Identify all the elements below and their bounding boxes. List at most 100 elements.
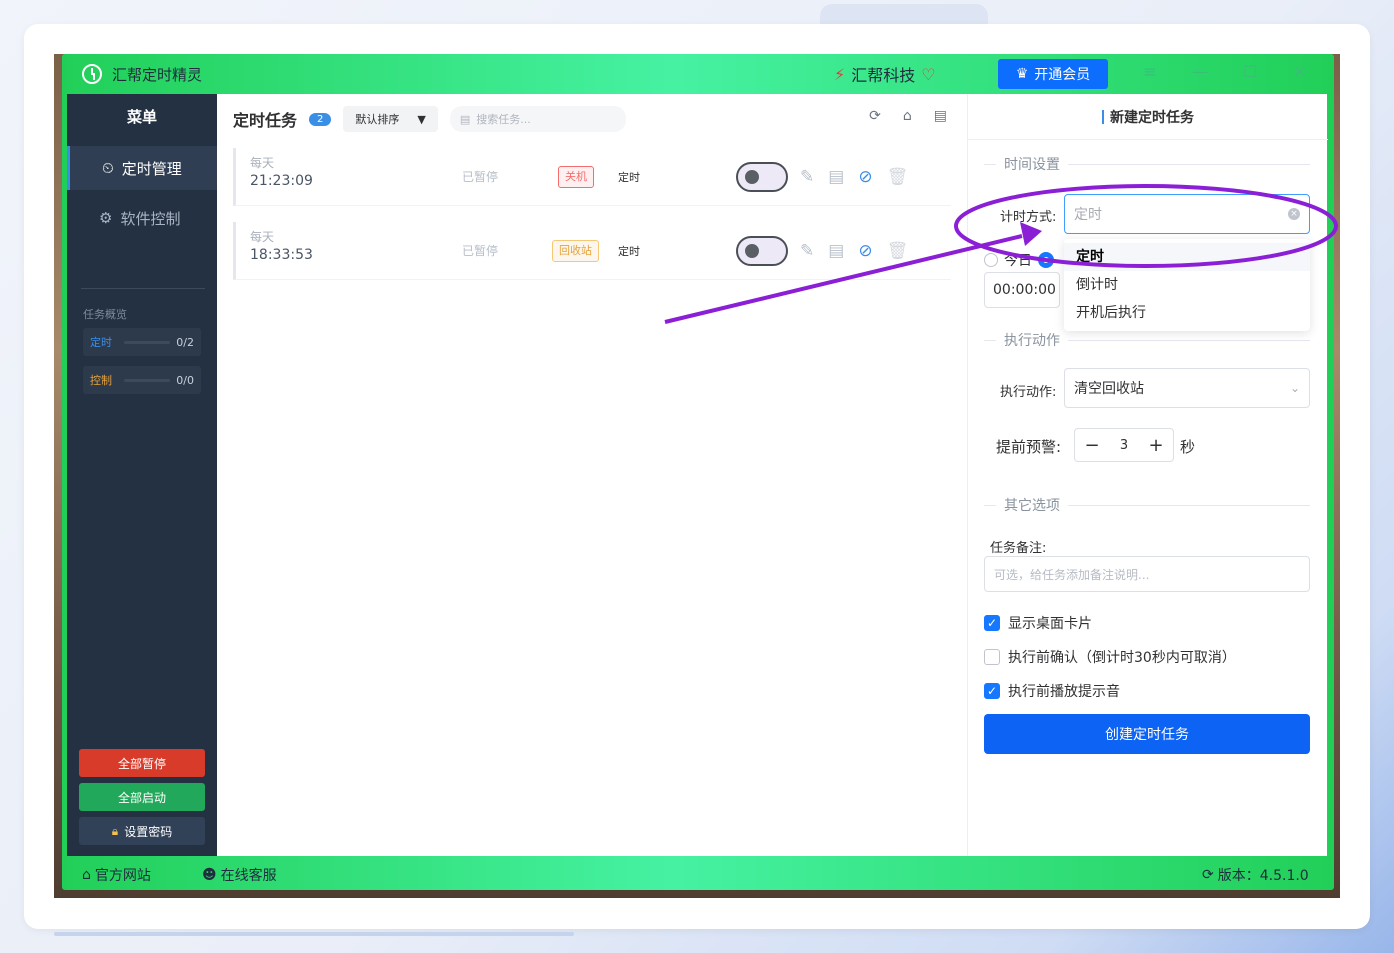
brand-name: 汇帮科技 — [851, 66, 916, 85]
sidebar: 菜单 ⏲ 定时管理 ⚙ 软件控制 任务概览 定时 0/2 控制 0/0 全部暂停… — [67, 94, 217, 856]
heart-icon: ♡ — [921, 64, 936, 84]
clock-icon: ⏲ — [102, 159, 114, 177]
timing-mode-dropdown: 定时 倒计时 开机后执行 — [1064, 239, 1310, 331]
edit-icon[interactable]: ✎ — [800, 167, 814, 187]
close-icon[interactable]: ✕ — [1292, 62, 1308, 84]
menu-icon[interactable]: ≡ — [1142, 62, 1158, 84]
crown-icon: ♛ — [1015, 66, 1029, 82]
task-time: 18:33:53 — [250, 247, 313, 263]
maximize-icon[interactable]: ☐ — [1242, 62, 1258, 84]
task-enable-toggle[interactable] — [736, 235, 788, 266]
note-input[interactable]: 可选，给任务添加备注说明... — [984, 556, 1310, 592]
option-confirm-before-run[interactable]: 执行前确认（倒计时30秒内可取消） — [984, 647, 1236, 667]
set-password-button[interactable]: 🔒︎ 设置密码 — [79, 817, 205, 845]
dropdown-option-timed[interactable]: 定时 — [1064, 243, 1310, 271]
status-bar: ⌂ 官方网站 ☻ 在线客服 ⟳ 版本：4.5.1.0 — [62, 856, 1334, 890]
sidebar-item-software-control[interactable]: ⚙ 软件控制 — [67, 196, 217, 240]
task-when: 每天 18:33:53 — [250, 228, 313, 263]
pause-all-button[interactable]: 全部暂停 — [79, 749, 205, 777]
warn-value[interactable]: 3 — [1109, 438, 1139, 453]
stat-control: 控制 0/0 — [83, 366, 201, 394]
chevron-down-icon: ⌄ — [1289, 381, 1300, 395]
plus-icon[interactable]: + — [1139, 435, 1173, 456]
timing-mode-select[interactable]: 定时 × — [1064, 194, 1310, 234]
stat-value: 0/0 — [176, 373, 194, 387]
set-password-label: 设置密码 — [124, 824, 173, 839]
home-icon: ⌂ — [82, 867, 91, 883]
minus-icon[interactable]: − — [1075, 435, 1109, 456]
today-label: 今日 — [1004, 253, 1032, 269]
stat-label: 控制 — [90, 374, 112, 387]
task-row[interactable]: 每天 21:23:09 已暂停 关机 定时 ✎ ▤ ⊘ 🗑︎ — [233, 148, 951, 206]
dropdown-option-countdown[interactable]: 倒计时 — [1064, 271, 1310, 299]
sidebar-divider — [81, 288, 205, 289]
window-controls: ≡ — ☐ ✕ — [1142, 62, 1308, 84]
horizontal-scrollbar[interactable] — [54, 932, 574, 936]
new-task-panel: 新建定时任务 时间设置 计时方式: 定时 × 今日 00:00:00 定时 倒计… — [967, 94, 1328, 856]
checkbox-checked-icon[interactable]: ✓ — [984, 683, 1000, 699]
support-icon: ☻ — [202, 867, 217, 883]
sort-label: 默认排序 — [355, 113, 400, 126]
section-line — [984, 339, 996, 341]
option-show-desktop-card[interactable]: ✓ 显示桌面卡片 — [984, 613, 1092, 633]
minimize-icon[interactable]: — — [1192, 62, 1208, 84]
sort-select[interactable]: 默认排序 ▼ — [343, 106, 438, 132]
task-list-panel: 定时任务 2 默认排序 ▼ ▤ 搜索任务... ⟳ ⌂ ▤ 每天 21:23:0… — [217, 94, 967, 856]
log-icon[interactable]: ▤ — [934, 108, 947, 124]
delete-icon[interactable]: 🗑︎ — [887, 167, 909, 187]
online-support-link[interactable]: ☻ 在线客服 — [202, 865, 277, 885]
search-input[interactable]: ▤ 搜索任务... — [449, 106, 626, 132]
caret-down-icon: ▼ — [417, 112, 426, 126]
time-input[interactable]: 00:00:00 — [984, 272, 1060, 308]
new-task-title: 新建定时任务 — [1110, 109, 1194, 126]
version-info[interactable]: ⟳ 版本：4.5.1.0 — [1202, 865, 1309, 885]
task-list-title: 定时任务 — [233, 111, 298, 130]
list-toolbar: ⟳ ⌂ ▤ — [869, 108, 947, 124]
dropdown-option-after-boot[interactable]: 开机后执行 — [1064, 299, 1310, 327]
task-row[interactable]: 每天 18:33:53 已暂停 回收站 定时 ✎ ▤ ⊘ 🗑︎ — [233, 222, 951, 280]
timing-label: 计时方式: — [1000, 210, 1057, 225]
action-select[interactable]: 清空回收站 ⌄ — [1064, 368, 1310, 408]
radio-checked-icon[interactable] — [1038, 252, 1054, 268]
radio-icon[interactable] — [984, 253, 998, 267]
option-label: 执行前播放提示音 — [1008, 684, 1120, 700]
disable-icon[interactable]: ⊘ — [858, 241, 872, 261]
version-label: 版本：4.5.1.0 — [1217, 868, 1309, 884]
sidebar-item-timer-management[interactable]: ⏲ 定时管理 — [67, 146, 217, 190]
option-label: 执行前确认（倒计时30秒内可取消） — [1008, 650, 1236, 666]
stat-value: 0/2 — [176, 335, 194, 349]
stat-bar — [124, 340, 171, 344]
section-title: 时间设置 — [1004, 157, 1060, 173]
option-play-sound[interactable]: ✓ 执行前播放提示音 — [984, 681, 1120, 701]
app-title: 汇帮定时精灵 — [112, 66, 203, 84]
checkbox-checked-icon[interactable]: ✓ — [984, 615, 1000, 631]
home-icon[interactable]: ⌂ — [903, 108, 912, 124]
section-line — [1068, 339, 1310, 341]
delete-icon[interactable]: 🗑︎ — [887, 241, 909, 261]
warn-stepper[interactable]: − 3 + — [1074, 428, 1174, 462]
task-mode: 定时 — [618, 170, 640, 184]
sync-icon: ⟳ — [1202, 867, 1214, 883]
section-title: 执行动作 — [1004, 333, 1060, 349]
official-website-link[interactable]: ⌂ 官方网站 — [82, 865, 151, 885]
website-label: 官方网站 — [94, 868, 151, 884]
stat-timer: 定时 0/2 — [83, 328, 201, 356]
clear-icon[interactable]: × — [1288, 208, 1300, 220]
support-label: 在线客服 — [220, 868, 277, 884]
create-task-button[interactable]: 创建定时任务 — [984, 714, 1310, 754]
start-all-button[interactable]: 全部启动 — [79, 783, 205, 811]
copy-icon[interactable]: ▤ — [828, 241, 844, 261]
edit-icon[interactable]: ✎ — [800, 241, 814, 261]
copy-icon[interactable]: ▤ — [828, 167, 844, 187]
disable-icon[interactable]: ⊘ — [858, 167, 872, 187]
timing-mode-value: 定时 — [1074, 207, 1102, 223]
refresh-icon[interactable]: ⟳ — [869, 108, 881, 124]
task-enable-toggle[interactable] — [736, 161, 788, 192]
checkbox-icon[interactable] — [984, 649, 1000, 665]
action-value: 清空回收站 — [1074, 381, 1144, 397]
note-label: 任务备注: — [990, 541, 1047, 556]
vip-button[interactable]: ♛ 开通会员 — [998, 59, 1108, 89]
task-action-tag: 回收站 — [552, 239, 599, 262]
section-line — [1068, 163, 1310, 165]
task-actions: ✎ ▤ ⊘ 🗑︎ — [800, 167, 908, 187]
